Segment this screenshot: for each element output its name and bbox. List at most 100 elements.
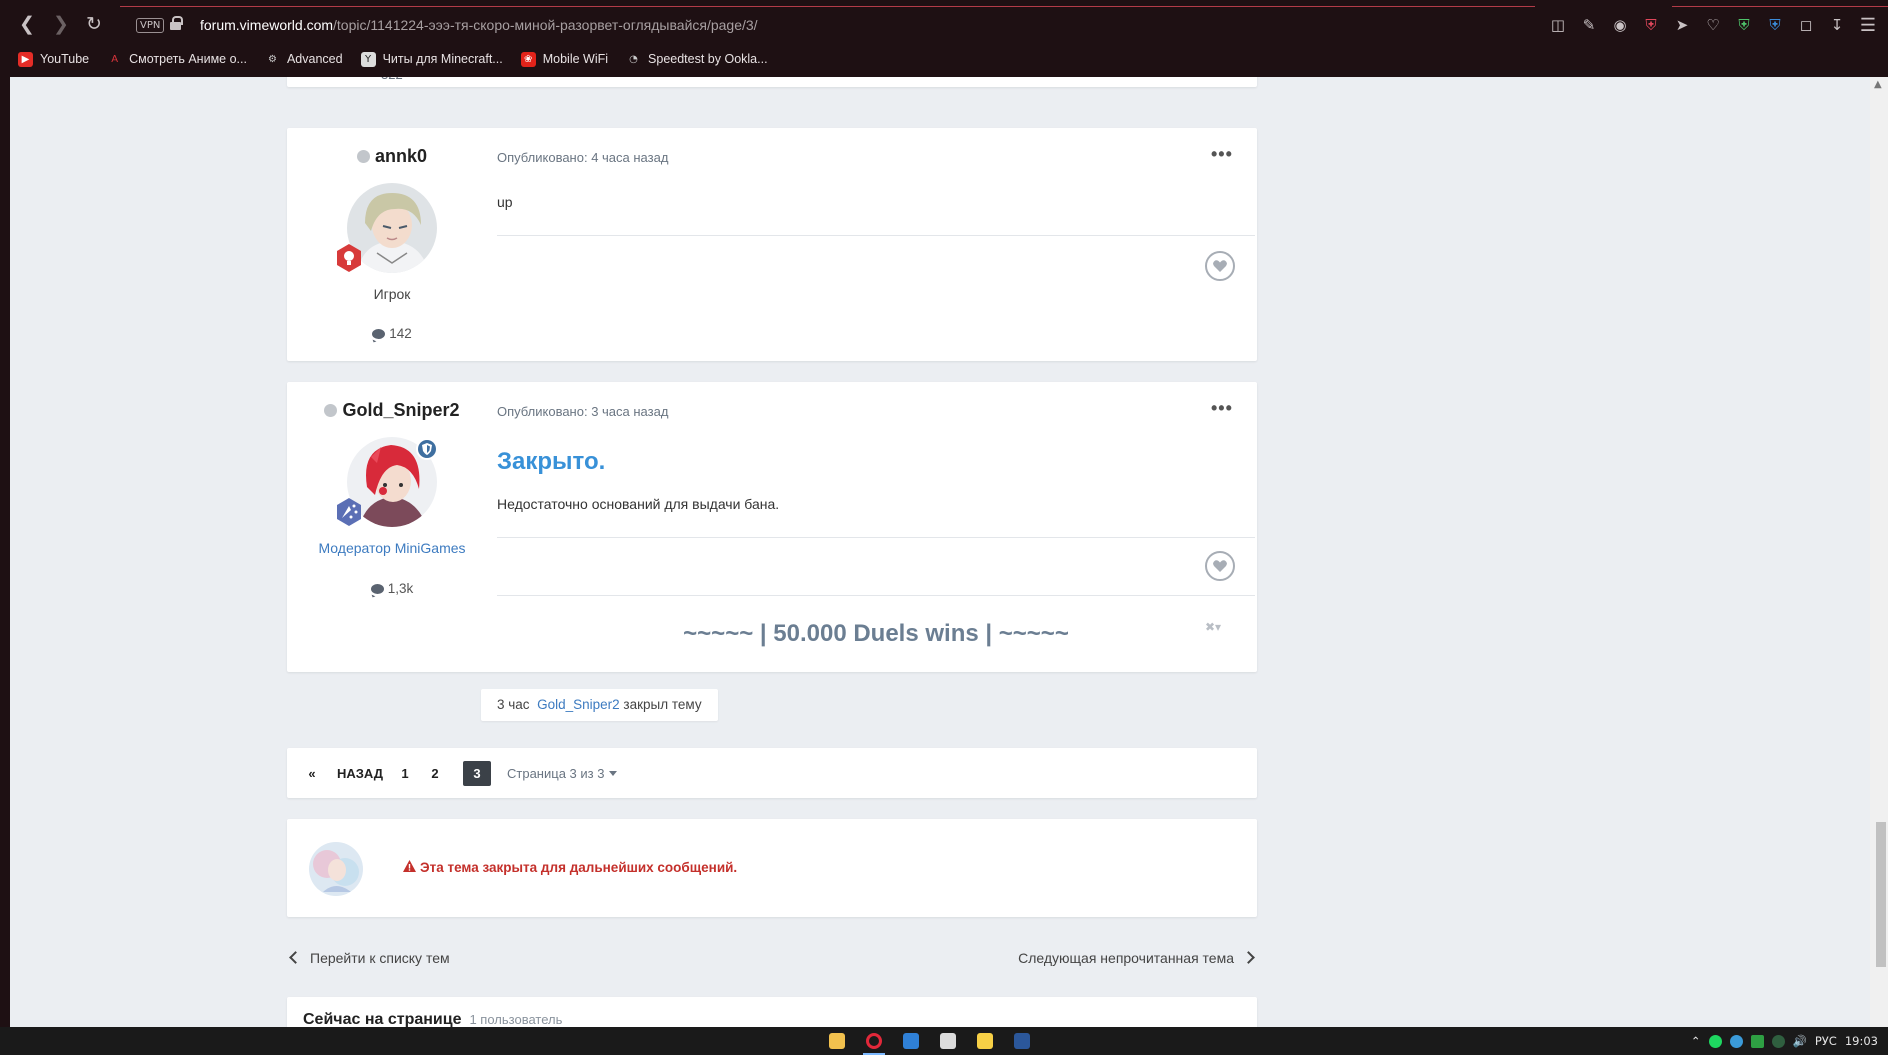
post-count[interactable]: 142	[287, 326, 497, 341]
comment-icon	[370, 584, 384, 594]
skype-icon[interactable]	[1750, 1034, 1764, 1048]
chevron-right-icon	[1242, 951, 1255, 964]
bookmark-anime[interactable]: A Смотреть Аниме о...	[107, 52, 247, 67]
hide-signature-icon[interactable]: ✖▾	[1205, 620, 1221, 634]
word-app[interactable]	[1007, 1027, 1037, 1055]
youtube-icon: ▶	[18, 51, 33, 67]
event-user-link[interactable]: Gold_Sniper2	[537, 697, 620, 712]
post-date[interactable]: Опубликовано: 4 часа назад	[497, 150, 668, 165]
back-to-topics-link[interactable]: Перейти к списку тем	[287, 950, 450, 966]
post-gold-sniper2: Gold_Sniper2 Модератор MiniGames 1,3k Оп…	[287, 382, 1257, 672]
vscode-icon	[903, 1033, 919, 1049]
explorer-app[interactable]	[822, 1027, 852, 1055]
next-unread-topic-link[interactable]: Следующая непрочитанная тема	[1018, 950, 1257, 966]
page-3-button[interactable]: 3	[463, 761, 491, 786]
post-options-icon[interactable]: •••	[1211, 144, 1233, 165]
bookmark-youtube[interactable]: ▶ YouTube	[18, 51, 89, 67]
heart-icon	[1213, 560, 1227, 572]
signature: ~~~~~ | 50.000 Duels wins | ~~~~~	[683, 620, 1069, 647]
lock-icon[interactable]	[170, 16, 183, 30]
post-date[interactable]: Опубликовано: 3 часа назад	[497, 404, 668, 419]
bookmarks-bar: ▶ YouTube A Смотреть Аниме о... ⚙ Advanced …	[18, 49, 768, 69]
offline-status-icon	[356, 150, 370, 163]
cube-icon[interactable]: ◻	[1795, 14, 1817, 36]
online-title: Сейчас на странице 1 пользователь	[303, 1011, 563, 1027]
author-name[interactable]: Gold_Sniper2	[287, 400, 497, 421]
avatar[interactable]	[309, 842, 363, 896]
prev-page-button[interactable]: НАЗАД	[335, 761, 385, 786]
app-4[interactable]	[933, 1027, 963, 1055]
forward-icon[interactable]: ❯	[48, 12, 74, 38]
bookmark-mobile-wifi[interactable]: ❀ Mobile WiFi	[520, 51, 608, 67]
cube-icon	[940, 1033, 956, 1049]
online-count: 1 пользователь	[469, 1012, 563, 1027]
like-button[interactable]	[1205, 551, 1235, 581]
reader-icon[interactable]: ◫	[1547, 14, 1569, 36]
menu-icon[interactable]: ☰	[1860, 14, 1876, 36]
clock[interactable]: 19:03	[1845, 1034, 1878, 1048]
opera-app[interactable]	[859, 1027, 889, 1055]
notes-icon	[977, 1033, 993, 1049]
user-group[interactable]: Модератор MiniGames	[287, 540, 497, 556]
post-heading: Закрыто.	[497, 448, 606, 475]
chevron-up-icon[interactable]: ⌃	[1691, 1034, 1701, 1048]
system-tray: ⌃ 🔊 РУС 19:03	[1691, 1027, 1878, 1055]
reload-icon[interactable]: ↻	[81, 12, 107, 38]
address-bar[interactable]: forum.vimeworld.com/topic/1141224-эээ-тя…	[200, 17, 758, 33]
scroll-up-icon[interactable]: ▲	[1874, 79, 1882, 90]
bookmark-advanced[interactable]: ⚙ Advanced	[265, 52, 343, 67]
moderator-shield-icon	[416, 438, 438, 460]
previous-post-fragment: 322	[287, 77, 1257, 87]
page-2-button[interactable]: 2	[428, 761, 442, 786]
status-icon[interactable]	[1771, 1034, 1785, 1048]
user-group: Игрок	[373, 286, 411, 302]
caret-down-icon	[609, 771, 618, 776]
post-options-icon[interactable]: •••	[1211, 398, 1233, 419]
word-icon	[1014, 1033, 1030, 1049]
first-page-button[interactable]: «	[305, 761, 319, 786]
bookmark-speedtest[interactable]: ◔ Speedtest by Ookla...	[626, 52, 767, 67]
url-host: forum.vimeworld.com	[200, 17, 334, 33]
camera-icon[interactable]: ◉	[1609, 14, 1631, 36]
scroll-thumb[interactable]	[1876, 822, 1886, 967]
app-3[interactable]	[896, 1027, 926, 1055]
page-1-button[interactable]: 1	[398, 761, 412, 786]
language-indicator[interactable]: РУС	[1815, 1034, 1837, 1048]
comment-icon	[372, 329, 386, 339]
rank-badge-icon	[334, 243, 364, 273]
page-scrollbar[interactable]: ▲	[1870, 77, 1888, 1027]
author-name[interactable]: annk0	[287, 146, 497, 167]
bookmark-cheats[interactable]: Y Читы для Minecraft...	[360, 51, 503, 67]
network-app-icon[interactable]	[1729, 1034, 1743, 1048]
app-5[interactable]	[970, 1027, 1000, 1055]
edit-icon[interactable]: ✎	[1578, 14, 1600, 36]
navigation-row: ❮ ❯ ↻ VPN forum.vimeworld.com/topic/1141…	[0, 0, 1888, 50]
like-button[interactable]	[1205, 251, 1235, 281]
post-count[interactable]: 1,3k	[287, 581, 497, 596]
topic-navigation: Перейти к списку тем Следующая непрочита…	[287, 950, 1257, 974]
spotify-icon[interactable]	[1708, 1034, 1722, 1048]
post-body: up	[497, 194, 513, 210]
pagination: « НАЗАД 1 2 3 Страница 3 из 3	[287, 748, 1257, 798]
anime-icon: A	[111, 53, 119, 65]
chevron-left-icon	[289, 951, 302, 964]
vpn-badge[interactable]: VPN	[136, 18, 165, 33]
huawei-icon: ❀	[520, 51, 536, 67]
adblock-icon[interactable]: ⛨	[1640, 14, 1662, 36]
volume-icon[interactable]: 🔊	[1793, 1034, 1807, 1048]
send-icon[interactable]: ➤	[1671, 14, 1693, 36]
advanced-icon: ⚙	[267, 53, 277, 65]
cheats-icon: Y	[360, 51, 376, 67]
event-time: 3 час	[497, 697, 530, 712]
vpn-shield-icon[interactable]: ⛨	[1764, 14, 1786, 36]
post-divider	[497, 537, 1255, 538]
forum-page: 322 annk0 Игрок 142 Опубликовано: 4	[10, 77, 1870, 1027]
page-jump-select[interactable]: Страница 3 из 3	[507, 761, 618, 786]
shield-icon[interactable]: ⛨	[1733, 14, 1755, 36]
back-icon[interactable]: ❮	[14, 12, 40, 38]
moderation-event: 3 час Gold_Sniper2 закрыл тему	[481, 689, 718, 721]
download-icon[interactable]: ↧	[1826, 14, 1848, 36]
post-divider	[497, 235, 1255, 236]
windows-taskbar: ⌃ 🔊 РУС 19:03	[0, 1027, 1888, 1055]
heart-icon[interactable]: ♡	[1702, 14, 1724, 36]
